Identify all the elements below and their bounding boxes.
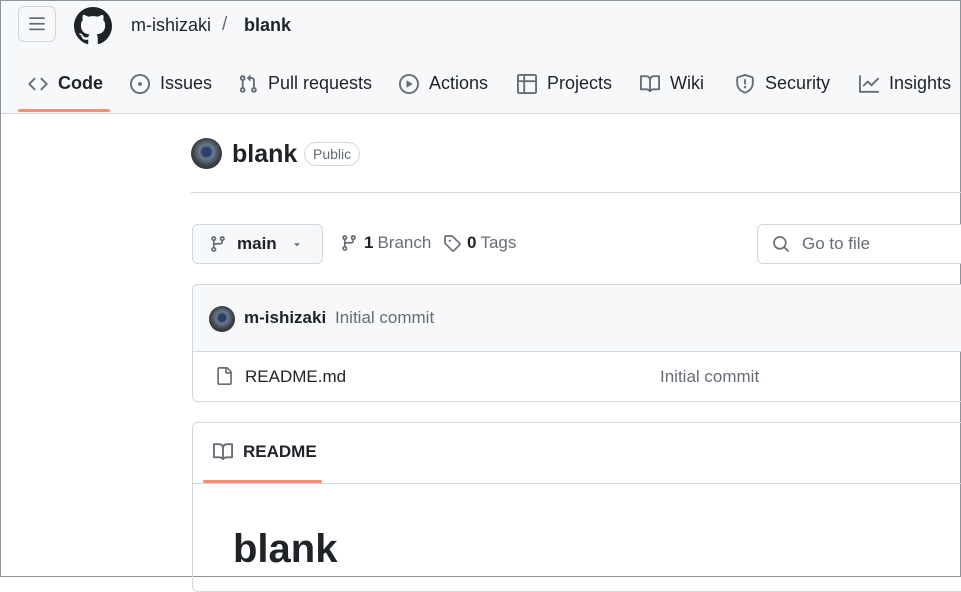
tab-insights[interactable]: Insights	[859, 63, 951, 113]
branch-count: 1	[364, 233, 374, 252]
tab-wiki[interactable]: Wiki	[640, 63, 704, 113]
file-row: README.md Initial commit	[193, 352, 961, 401]
go-to-file-input[interactable]: Go to file	[757, 224, 961, 264]
file-browser: m-ishizaki Initial commit README.md Init…	[192, 284, 961, 402]
breadcrumb-owner-link[interactable]: m-ishizaki	[131, 15, 211, 36]
readme-heading: blank	[233, 527, 338, 571]
tag-count: 0	[467, 233, 477, 252]
book-icon	[640, 75, 660, 93]
tab-issues-label: Issues	[160, 73, 213, 93]
file-icon	[217, 367, 232, 385]
active-tab-indicator	[18, 109, 110, 112]
git-branch-icon	[211, 236, 225, 252]
tag-icon	[444, 235, 461, 252]
latest-commit-bar: m-ishizaki Initial commit	[193, 285, 961, 352]
play-icon	[399, 74, 419, 94]
breadcrumb-repo-link[interactable]: blank	[244, 15, 291, 36]
readme-tab-indicator	[203, 480, 322, 483]
git-branch-icon	[342, 235, 356, 251]
branch-count-label: Branch	[377, 233, 432, 252]
tab-security[interactable]: Security	[735, 63, 830, 113]
triangle-down-icon	[293, 243, 300, 247]
issue-opened-icon	[130, 74, 150, 94]
tab-code-label: Code	[58, 73, 103, 93]
tab-code[interactable]: Code	[28, 63, 103, 113]
graph-icon	[859, 75, 879, 93]
file-commit-message-link[interactable]: Initial commit	[660, 367, 759, 387]
tab-projects[interactable]: Projects	[517, 63, 612, 113]
commit-author-link[interactable]: m-ishizaki	[244, 308, 326, 328]
readme-tab-bar: README	[193, 423, 961, 484]
breadcrumb-separator: /	[222, 14, 228, 35]
tab-wiki-label: Wiki	[670, 73, 704, 93]
title-divider	[191, 192, 961, 193]
search-icon	[773, 236, 789, 252]
menu-button[interactable]	[18, 6, 56, 42]
tab-security-label: Security	[765, 73, 831, 93]
commit-author-avatar[interactable]	[209, 306, 235, 332]
repo-title: blank	[232, 140, 298, 168]
commit-message-link[interactable]: Initial commit	[335, 308, 434, 328]
tab-pull-requests-label: Pull requests	[268, 73, 373, 93]
repo-header: m-ishizaki / blank Code Issues Pull requ…	[1, 1, 960, 114]
branch-name: main	[237, 234, 277, 253]
tab-actions[interactable]: Actions	[399, 63, 488, 113]
tab-insights-label: Insights	[889, 73, 952, 93]
tags-link[interactable]: 0 Tags	[443, 233, 516, 253]
readme-panel: README blank	[192, 422, 961, 592]
tab-projects-label: Projects	[547, 73, 613, 93]
code-icon	[28, 77, 48, 91]
readme-tab[interactable]: README	[213, 442, 317, 462]
go-to-file-placeholder: Go to file	[802, 234, 871, 253]
branches-link[interactable]: 1 Branch	[340, 233, 431, 253]
readme-tab-label: README	[243, 442, 317, 461]
owner-avatar[interactable]	[191, 138, 222, 169]
branch-selector-button[interactable]: main	[192, 224, 323, 264]
tag-count-label: Tags	[480, 233, 517, 252]
hamburger-icon	[29, 17, 45, 31]
tab-actions-label: Actions	[429, 73, 489, 93]
file-name-link[interactable]: README.md	[245, 367, 346, 387]
git-pull-request-icon	[239, 74, 257, 93]
book-icon	[213, 443, 233, 461]
tab-issues[interactable]: Issues	[130, 63, 212, 113]
visibility-badge: Public	[304, 142, 361, 166]
repo-nav-tabs: Code Issues Pull requests Actions Projec…	[1, 63, 960, 113]
table-icon	[517, 74, 537, 94]
github-logo-icon[interactable]	[74, 7, 112, 45]
tab-pull-requests[interactable]: Pull requests	[238, 63, 372, 113]
shield-icon	[736, 74, 754, 94]
